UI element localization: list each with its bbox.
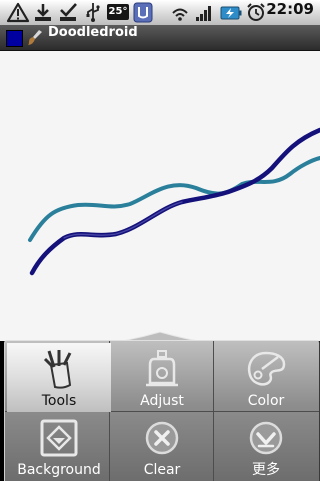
teal-stroke — [28, 156, 320, 242]
warning-icon — [6, 2, 30, 23]
usb-icon — [86, 3, 100, 22]
clear-icon — [145, 421, 179, 455]
options-menu: Tools Adjust Color Background Clear 更多 — [4, 340, 320, 481]
palette-icon — [248, 351, 286, 386]
menu-item-adjust[interactable]: Adjust — [110, 343, 214, 412]
menu-item-label: Adjust — [140, 393, 184, 409]
menu-item-background[interactable]: Background — [7, 412, 111, 481]
tools-icon — [43, 350, 72, 389]
menu-item-label: 更多 — [252, 462, 280, 478]
current-color-swatch[interactable] — [6, 30, 23, 47]
more-icon — [249, 421, 283, 455]
menu-item-label: Color — [247, 393, 285, 409]
signal-icon — [196, 6, 211, 21]
check-icon — [60, 3, 77, 21]
menu-item-clear[interactable]: Clear — [110, 412, 214, 481]
menu-item-label: Background — [17, 462, 101, 478]
menu-item-color[interactable]: Color — [214, 343, 318, 412]
menu-item-more[interactable]: 更多 — [214, 412, 318, 481]
title-bar: Doodledroid — [0, 25, 320, 51]
temperature-badge: 25° — [107, 4, 129, 20]
background-icon — [40, 419, 78, 457]
status-bar: 25° 22:09 — [0, 0, 320, 25]
paintbrush-icon — [28, 30, 42, 45]
wifi-icon — [172, 8, 188, 21]
clock: 22:09 — [266, 0, 314, 18]
menu-item-label: Tools — [41, 393, 77, 409]
menu-item-label: Clear — [143, 462, 181, 478]
app-title: Doodledroid — [48, 25, 138, 40]
navy-stroke — [29, 127, 320, 276]
menu-item-tools[interactable]: Tools — [7, 343, 111, 412]
alarm-icon — [247, 3, 265, 21]
download-icon — [35, 4, 51, 21]
drawing-canvas[interactable] — [0, 51, 320, 341]
app-notification-icon — [133, 2, 153, 23]
adjust-icon — [146, 350, 178, 387]
battery-charging-icon — [220, 6, 242, 20]
